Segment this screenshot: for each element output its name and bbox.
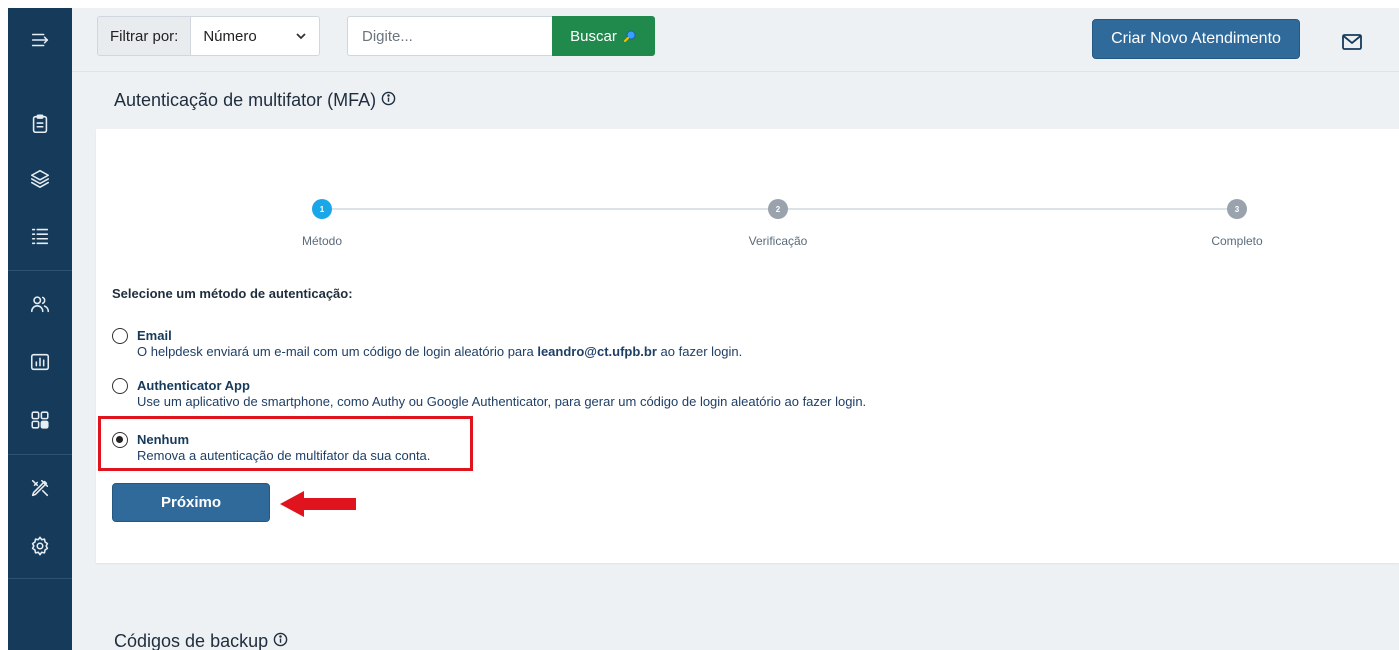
main-content: Filtrar por: Número Buscar Criar Novo At… [72,8,1399,650]
filter-label: Filtrar por: [98,17,192,55]
option-email-desc-before: O helpdesk enviará um e-mail com um códi… [137,344,534,359]
option-app-desc: Use um aplicativo de smartphone, como Au… [137,394,867,409]
option-email[interactable]: Email O helpdesk enviará um e-mail com u… [112,327,742,360]
filter-group: Filtrar por: Número [97,16,321,56]
radio-authenticator-app[interactable] [112,378,128,394]
tools-icon[interactable] [8,468,72,508]
info-icon[interactable] [381,90,396,111]
option-email-address: leandro@ct.ufpb.br [537,344,657,359]
search-input[interactable] [347,16,553,56]
backup-section-title: Códigos de backup [114,631,288,650]
option-none-desc: Remova a autenticação de multifator da s… [137,448,431,463]
option-email-desc-after: ao fazer login. [660,344,743,359]
chevron-down-icon [296,33,306,40]
sidebar [8,8,72,650]
radio-none[interactable] [112,432,128,448]
option-authenticator-app[interactable]: Authenticator App Use um aplicativo de s… [112,377,866,410]
sidebar-divider [8,578,72,579]
gear-icon[interactable] [8,526,72,566]
sidebar-divider [8,270,72,271]
layers-icon[interactable] [8,158,72,198]
search-icon [623,30,636,42]
mfa-card: 1 Método 2 Verificação 3 Completo Seleci… [96,129,1399,563]
method-prompt: Selecione um método de autenticação: [112,286,353,301]
step-3-label: Completo [1211,234,1263,248]
option-email-title: Email [137,328,172,343]
info-icon[interactable] [273,631,288,650]
step-1-label: Método [301,234,343,248]
option-none-title: Nenhum [137,432,189,447]
grid-icon[interactable] [8,400,72,440]
topbar: Filtrar por: Número Buscar Criar Novo At… [72,8,1399,72]
users-icon[interactable] [8,284,72,324]
menu-toggle-icon[interactable] [8,20,72,60]
step-3-indicator: 3 [1227,199,1247,219]
option-none[interactable]: Nenhum Remova a autenticação de multifat… [112,431,430,464]
mail-icon[interactable] [1340,30,1364,54]
filter-select[interactable]: Número [191,17,320,55]
radio-email[interactable] [112,328,128,344]
step-2-indicator: 2 [768,199,788,219]
clipboard-icon[interactable] [8,104,72,144]
sidebar-divider [8,454,72,455]
list-icon[interactable] [8,216,72,256]
search-button-label: Buscar [570,27,617,45]
option-email-desc: O helpdesk enviará um e-mail com um códi… [137,344,742,360]
step-1-indicator: 1 [312,199,332,219]
chart-icon[interactable] [8,342,72,382]
search-button[interactable]: Buscar [552,16,655,56]
mfa-title-text: Autenticação de multifator (MFA) [114,90,377,110]
option-app-title: Authenticator App [137,378,250,393]
create-ticket-button[interactable]: Criar Novo Atendimento [1092,19,1300,59]
red-arrow-annotation-icon [280,491,356,517]
next-button[interactable]: Próximo [112,483,270,522]
backup-title-text: Códigos de backup [114,631,269,650]
filter-select-value: Número [203,27,257,45]
step-2-label: Verificação [748,234,808,248]
mfa-section-title: Autenticação de multifator (MFA) [114,90,396,111]
